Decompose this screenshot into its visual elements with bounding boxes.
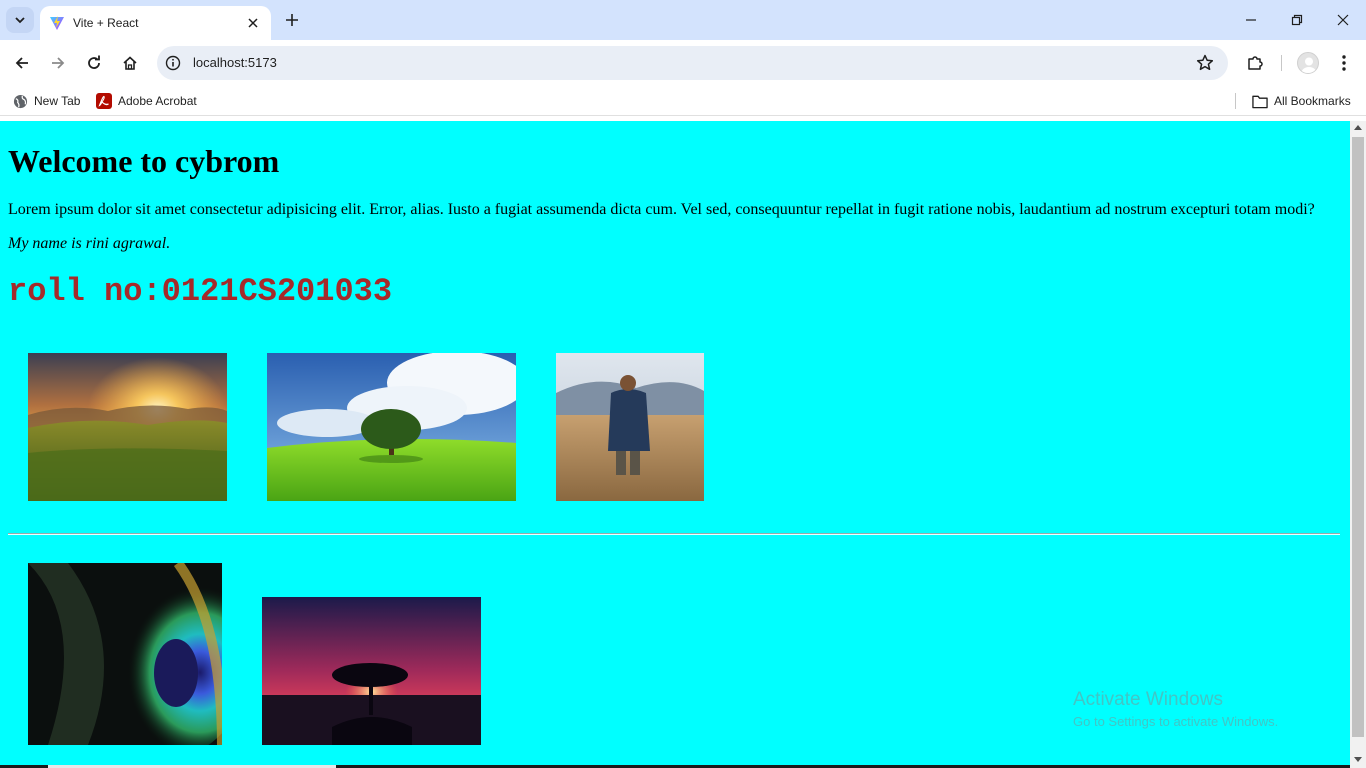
star-icon[interactable] — [1196, 54, 1214, 72]
globe-icon — [12, 93, 28, 109]
lorem-paragraph: Lorem ipsum dolor sit amet consectetur a… — [8, 201, 1315, 218]
back-button[interactable] — [8, 49, 36, 77]
acrobat-icon — [96, 93, 112, 109]
person-icon — [1301, 57, 1317, 73]
page-viewport: Welcome to cybrom Lorem ipsum dolor sit … — [0, 121, 1350, 768]
close-icon — [248, 18, 258, 28]
close-icon — [1337, 14, 1349, 26]
bookmark-label: Adobe Acrobat — [118, 94, 197, 108]
browser-menu-button[interactable] — [1334, 51, 1354, 75]
reload-button[interactable] — [80, 49, 108, 77]
vertical-scrollbar[interactable] — [1350, 121, 1366, 768]
scrollbar-thumb[interactable] — [1352, 137, 1364, 737]
name-line: My name is rini agrawal. — [8, 235, 171, 252]
roll-number: roll no:0121CS201033 — [8, 273, 393, 310]
chevron-down-icon — [15, 17, 25, 24]
peacock-feather-image — [28, 563, 222, 745]
activate-windows-watermark: Activate Windows Go to Settings to activ… — [1073, 689, 1278, 729]
scroll-down-arrow-icon[interactable] — [1354, 757, 1362, 762]
plus-icon — [286, 14, 298, 26]
url-text: localhost:5173 — [193, 55, 277, 70]
browser-toolbar: localhost:5173 — [0, 40, 1366, 86]
address-bar[interactable]: localhost:5173 — [157, 46, 1228, 80]
horizontal-rule — [8, 533, 1340, 535]
info-icon[interactable] — [165, 55, 181, 71]
all-bookmarks-button[interactable]: All Bookmarks — [1252, 91, 1351, 111]
minimize-icon — [1246, 19, 1256, 21]
page-heading: Welcome to cybrom — [8, 143, 280, 179]
minimize-button[interactable] — [1228, 0, 1274, 40]
active-tab[interactable]: Vite + React — [40, 6, 271, 40]
toolbar-divider — [1281, 55, 1282, 71]
restore-icon — [1291, 14, 1303, 26]
tab-strip: Vite + React — [0, 0, 1366, 40]
arrow-left-icon — [15, 57, 28, 69]
bookmark-new-tab[interactable]: New Tab — [12, 91, 80, 111]
new-tab-button[interactable] — [280, 8, 304, 32]
arrow-right-icon — [52, 57, 65, 69]
tab-search-button[interactable] — [6, 7, 34, 33]
puzzle-icon — [1248, 56, 1263, 70]
man-in-wheat-field-image — [556, 353, 704, 501]
bookmarks-bar: New Tab Adobe Acrobat All Bookmarks — [0, 86, 1366, 116]
tree-at-dusk-image — [262, 597, 481, 745]
green-field-tree-image — [267, 353, 516, 501]
reload-icon — [88, 55, 100, 69]
home-icon — [123, 56, 137, 70]
profile-avatar[interactable] — [1297, 52, 1319, 74]
watermark-subtitle: Go to Settings to activate Windows. — [1073, 714, 1279, 729]
bookmarks-divider — [1235, 93, 1236, 109]
bookmark-adobe-acrobat[interactable]: Adobe Acrobat — [96, 91, 197, 111]
more-vertical-icon — [1342, 55, 1346, 71]
all-bookmarks-label: All Bookmarks — [1274, 94, 1351, 108]
forward-button[interactable] — [44, 49, 72, 77]
vite-logo-icon — [50, 16, 64, 30]
close-window-button[interactable] — [1320, 0, 1366, 40]
watermark-title: Activate Windows — [1073, 689, 1223, 710]
home-button[interactable] — [116, 49, 144, 77]
scroll-up-arrow-icon[interactable] — [1354, 125, 1362, 130]
tab-close-button[interactable] — [245, 15, 261, 31]
extensions-button[interactable] — [1242, 49, 1268, 77]
sunset-hills-image — [28, 353, 227, 501]
folder-icon — [1252, 93, 1268, 109]
tab-title: Vite + React — [73, 16, 139, 30]
bookmark-label: New Tab — [34, 94, 81, 108]
restore-button[interactable] — [1274, 0, 1320, 40]
